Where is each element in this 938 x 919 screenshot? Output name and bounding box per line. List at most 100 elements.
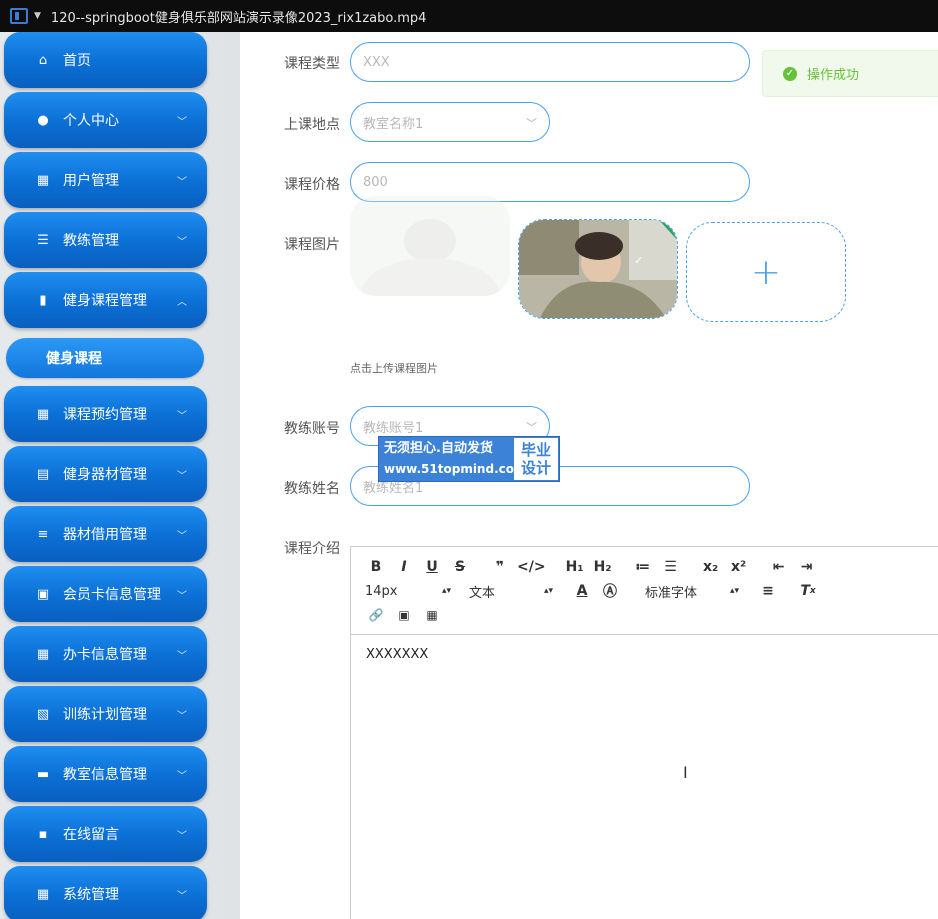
sidebar-item-card-application[interactable]: ▦ 办卡信息管理 ﹀ [4,626,207,682]
text-cursor-icon: I [683,763,688,782]
subscript-icon[interactable]: x₂ [700,557,722,577]
upload-image-button[interactable]: + [686,222,846,322]
upload-tip: 点击上传课程图片 [350,362,438,375]
chevron-down-icon: ﹀ [177,590,187,602]
sliders-icon: ☰ [37,232,49,248]
watermark-url: www.51topmind.com [384,462,527,476]
font-family-select[interactable]: 标准字体 ▴▾ [645,582,739,601]
sidebar-item-member-card[interactable]: ▣ 会员卡信息管理 ﹀ [4,566,207,622]
home-icon: ⌂ [38,52,48,68]
toolbar-row-formatting: B I U S ❞ </> H₁ H₂ ≔ ☰ x₂ x² ⇤ ⇥ [365,555,938,579]
chat-icon: ▪ [38,826,48,842]
chevron-down-icon: ﹀ [177,650,187,662]
sidebar-item-label: 课程预约管理 [63,407,147,423]
list-icon: ≡ [37,526,49,542]
indent-icon[interactable]: ⇥ [796,557,818,577]
photo-thumbnail: ✓ [519,220,677,318]
sidebar-item-coach-management[interactable]: ☰ 教练管理 ﹀ [4,212,207,268]
course-type-label: 课程类型 [284,56,340,72]
align-icon[interactable]: ≡ [757,581,779,601]
plus-icon: + [750,251,782,293]
intro-label: 课程介绍 [284,541,340,557]
clear-format-icon[interactable]: Tx [797,581,819,601]
font-size-select[interactable]: 14px ▴▾ [365,584,451,599]
watermark-right2: 设计 [520,459,551,477]
sidebar-item-course-management[interactable]: ▮ 健身课程管理 ︿ [4,272,207,328]
rich-text-editor[interactable]: B I U S ❞ </> H₁ H₂ ≔ ☰ x₂ x² ⇤ ⇥ 14px ▴▾ 文本 ▴▾ A Ⓐ 标准字… [350,546,938,919]
sidebar-item-equipment-borrow[interactable]: ≡ 器材借用管理 ﹀ [4,506,207,562]
block-type-select[interactable]: 文本 ▴▾ [469,582,553,601]
sidebar-item-label: 训练计划管理 [63,707,147,723]
h2-icon[interactable]: H₂ [592,557,614,577]
toolbar-row-media: 🔗 ▣ ▦ [365,603,938,627]
chevron-down-icon: ﹀ [177,410,187,422]
editor-content[interactable]: XXXXXXX [351,635,938,674]
sidebar-item-profile[interactable]: ● 个人中心 ﹀ [4,92,207,148]
grid-icon: ▦ [36,646,50,662]
chevron-down-icon: ﹀ [177,116,187,128]
sidebar-item-messages[interactable]: ▪ 在线留言 ﹀ [4,806,207,862]
sidebar-subitem-course[interactable]: 健身课程 [6,338,204,378]
location-value: 教室名称1 [363,116,424,132]
watermark-line1: 无须担心.自动发货 [384,441,493,456]
course-type-input[interactable]: XXX [350,42,750,82]
italic-icon[interactable]: I [393,557,415,577]
x-clipboard-icon: ▧ [36,706,50,722]
sidebar-item-classroom[interactable]: ▬ 教室信息管理 ﹀ [4,746,207,802]
code-icon[interactable]: </> [517,557,546,577]
strike-icon[interactable]: S [449,557,471,577]
watermark-badge: 无须担心.自动发货 www.51topmind.com 毕业 设计 [378,436,560,482]
book-icon: ▮ [39,292,47,308]
image-icon[interactable]: ▣ [393,605,415,625]
underline-icon[interactable]: U [421,557,443,577]
font-color-icon[interactable]: A [571,581,593,601]
video-icon[interactable]: ▦ [421,605,443,625]
sidebar-item-home[interactable]: ⌂ 首页 [4,32,207,88]
toolbar-row-selects: 14px ▴▾ 文本 ▴▾ A Ⓐ 标准字体 ▴▾ ≡ Tx [365,579,938,603]
ordered-list-icon[interactable]: ≔ [632,557,654,577]
chevron-down-icon: ﹀ [526,421,537,434]
h1-icon[interactable]: H₁ [564,557,586,577]
location-label: 上课地点 [284,117,340,133]
chevron-down-icon: ﹀ [177,770,187,782]
quote-icon[interactable]: ❞ [489,557,511,577]
grid-icon: ▦ [36,172,50,188]
sidebar-item-label: 健身课程管理 [63,293,147,309]
link-icon[interactable]: 🔗 [365,605,387,625]
sidebar-item-label: 器材借用管理 [63,527,147,543]
background-color-icon[interactable]: Ⓐ [599,581,621,601]
chevron-down-icon: ﹀ [177,236,187,248]
sidebar-item-user-management[interactable]: ▦ 用户管理 ﹀ [4,152,207,208]
app-icon[interactable] [10,8,28,24]
sidebar-item-label: 教练管理 [63,233,119,249]
chevron-down-icon: ﹀ [526,117,537,130]
superscript-icon[interactable]: x² [728,557,750,577]
window-titlebar: ▼ 120--springboot健身俱乐部网站演示录像2023_rix1zab… [0,0,938,32]
menu-caret-icon[interactable]: ▼ [34,11,41,21]
check-clipboard-icon: ▣ [36,586,50,602]
clipboard-icon: ▤ [36,466,50,482]
bold-icon[interactable]: B [365,557,387,577]
sidebar-item-label: 教室信息管理 [63,767,147,783]
sidebar-item-equipment-management[interactable]: ▤ 健身器材管理 ﹀ [4,446,207,502]
sidebar-item-label: 系统管理 [63,887,119,903]
sidebar-item-label: 办卡信息管理 [63,647,147,663]
watermark-right1: 毕业 [520,441,551,459]
uploaded-image[interactable]: ✓ [518,219,678,319]
location-select[interactable]: 教室名称1 ﹀ [350,102,550,142]
updown-icon: ▴▾ [543,586,553,596]
coach-account-value: 教练账号1 [363,420,424,436]
sidebar-item-system[interactable]: ▦ 系统管理 ﹀ [4,866,207,919]
sidebar: ⌂ 首页 ● 个人中心 ﹀ ▦ 用户管理 ﹀ ☰ 教练管理 ﹀ ▮ 健身课程管理 ︿ ▦ 课程预约管理 ﹀ ▤ 健身… [0,32,240,919]
sidebar-item-label: 首页 [63,53,91,69]
sidebar-item-label: 用户管理 [63,173,119,189]
chevron-down-icon: ﹀ [177,830,187,842]
uploaded-image-faded[interactable] [350,196,510,296]
chevron-down-icon: ﹀ [177,710,187,722]
outdent-icon[interactable]: ⇤ [768,557,790,577]
sidebar-item-training-plan[interactable]: ▧ 训练计划管理 ﹀ [4,686,207,742]
bullet-list-icon[interactable]: ☰ [660,557,682,577]
sidebar-item-label: 个人中心 [63,113,119,129]
chevron-down-icon: ﹀ [177,530,187,542]
sidebar-item-booking-management[interactable]: ▦ 课程预约管理 ﹀ [4,386,207,442]
